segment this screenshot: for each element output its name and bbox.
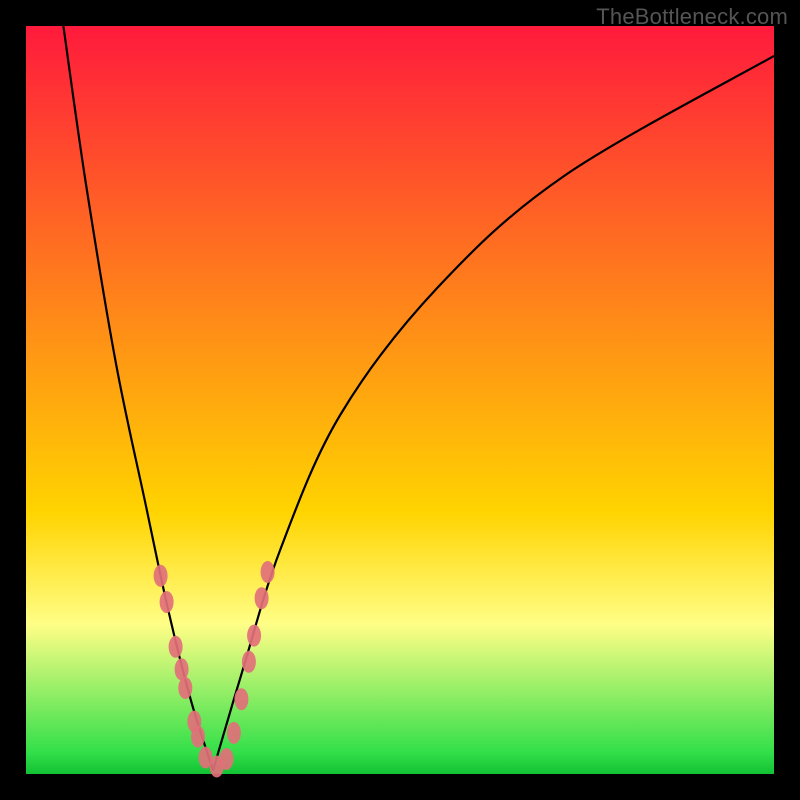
chart-plot-area — [26, 26, 774, 774]
watermark-label: TheBottleneck.com — [596, 4, 788, 30]
chart-frame: TheBottleneck.com — [0, 0, 800, 800]
